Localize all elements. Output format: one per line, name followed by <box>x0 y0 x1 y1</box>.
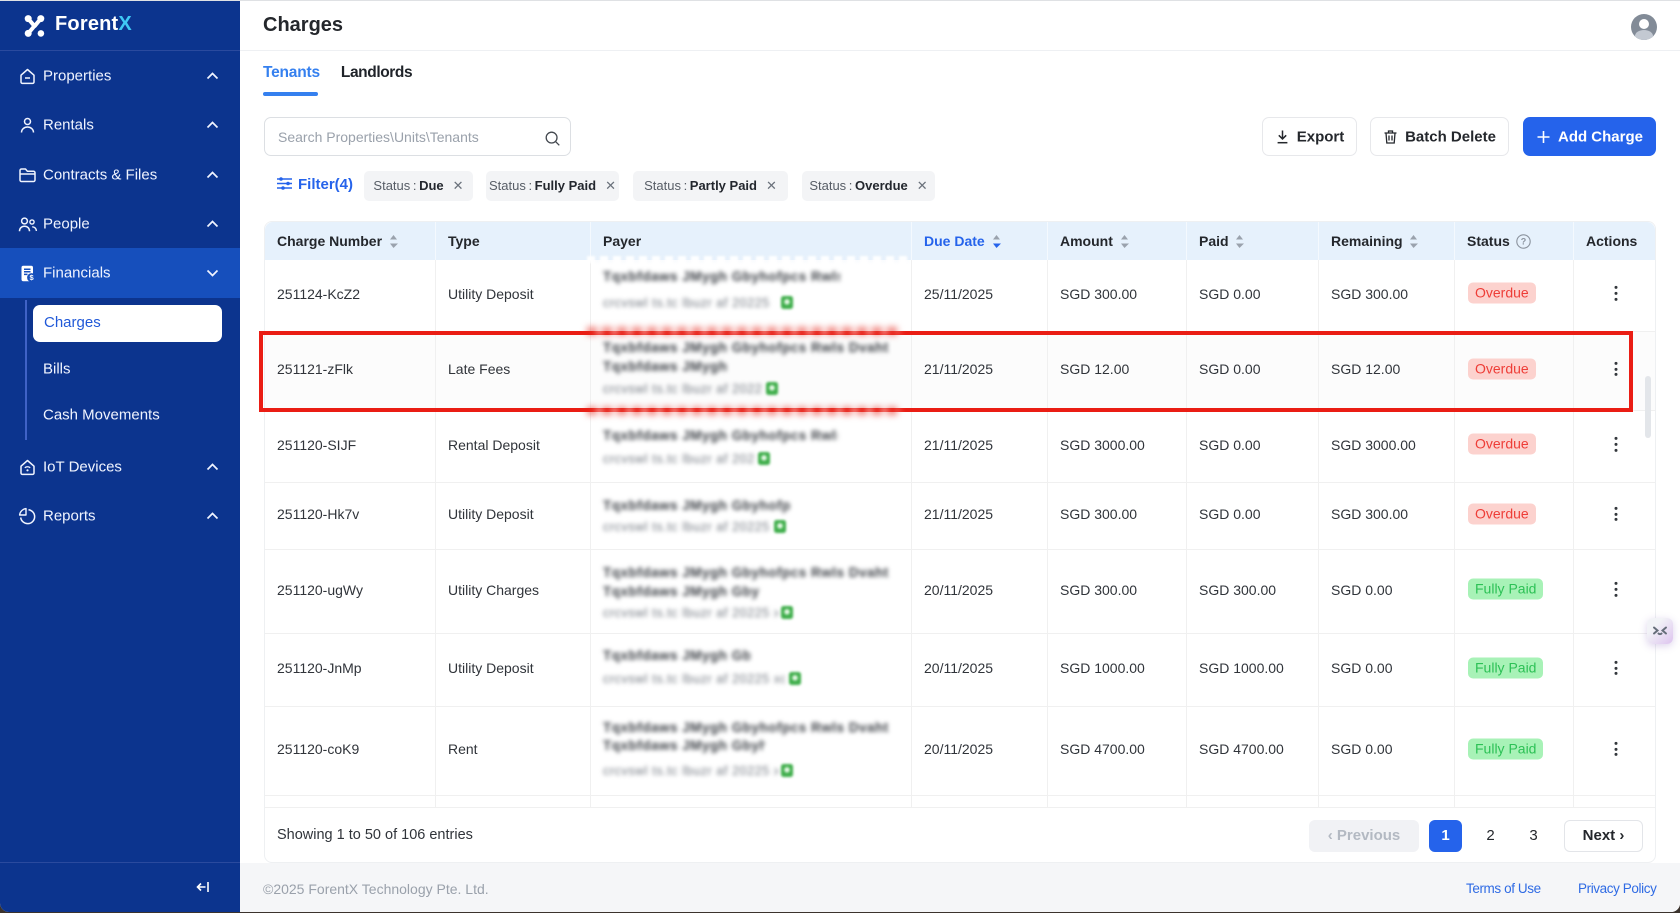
svg-text:?: ? <box>1520 237 1526 247</box>
